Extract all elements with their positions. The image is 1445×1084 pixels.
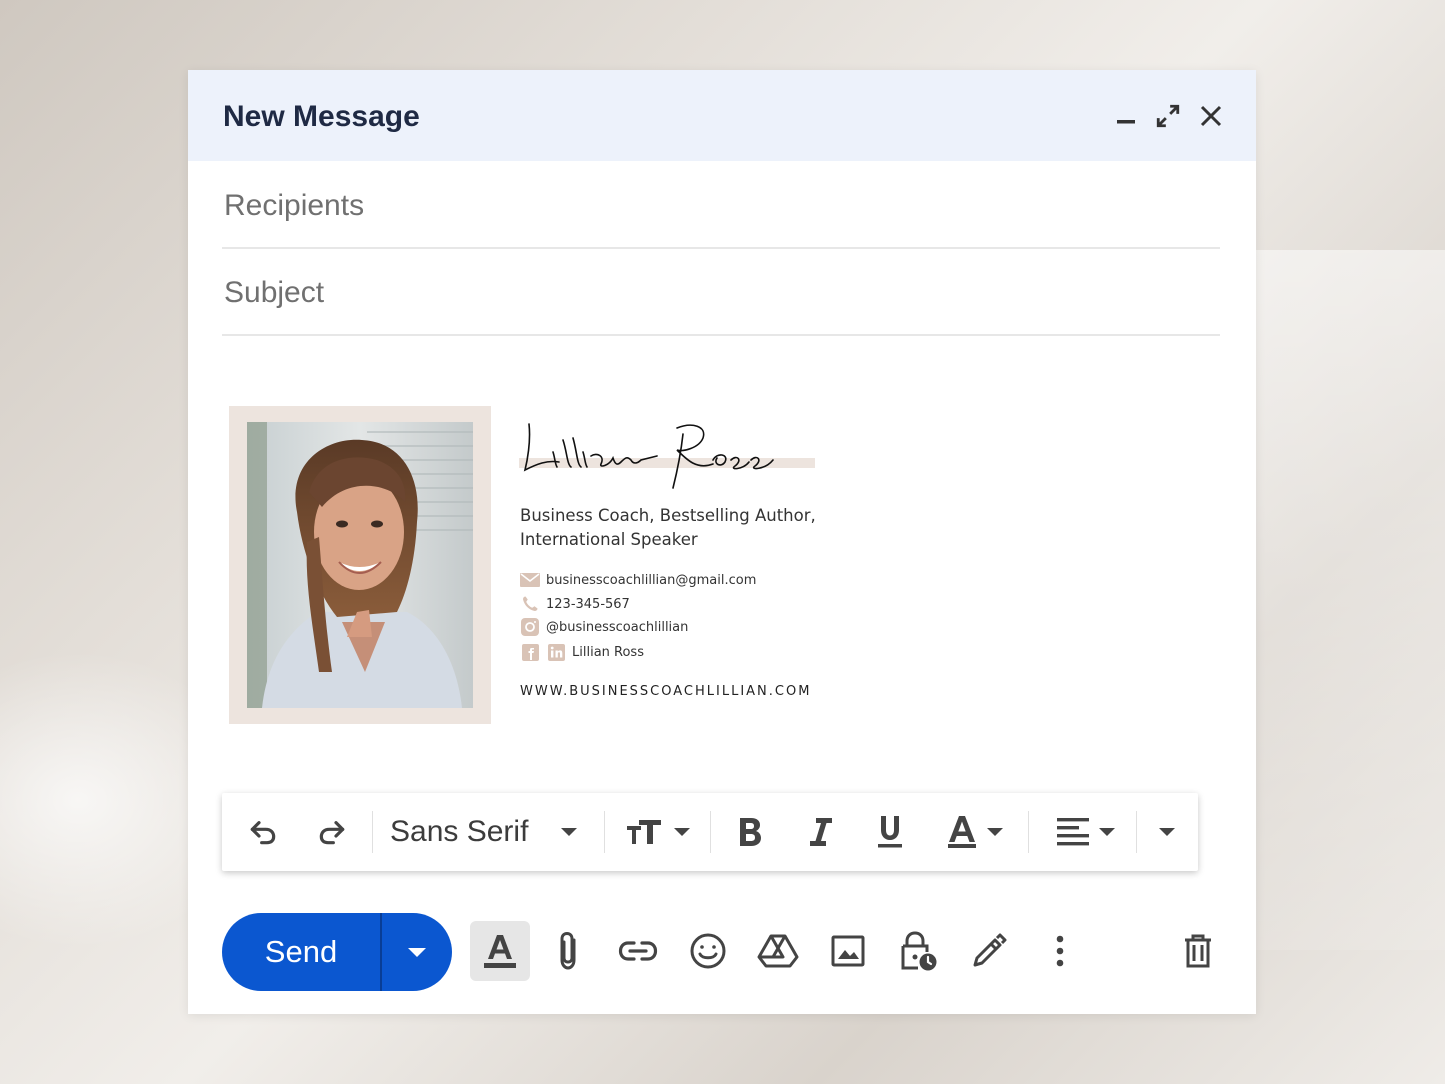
undo-icon [250,821,276,845]
underline-icon [878,816,902,848]
compose-action-bar: Send [188,905,1256,1000]
photo-icon [831,935,865,967]
emoji-button[interactable] [678,921,738,981]
bold-icon [740,818,761,846]
signature-job-title: Business Coach, Bestselling Author, Inte… [520,506,816,549]
confidential-icon [901,931,937,971]
more-formatting-button[interactable] [1150,813,1184,851]
undo-button[interactable] [238,813,288,851]
chevron-down-icon [561,828,578,836]
linkedin-icon[interactable] [546,643,566,661]
compose-window: New Message Recipients Subject Business … [188,70,1256,1014]
redo-button[interactable] [307,813,357,851]
subject-input[interactable] [222,270,1216,316]
subject-field [222,248,1220,336]
text-color-button[interactable] [937,813,1013,851]
formatting-options-button[interactable] [470,921,530,981]
signature-name-script [519,423,815,489]
formatting-toolbar: Sans Serif [222,793,1198,871]
signature-instagram-row: @businesscoachlillian [520,617,688,637]
phone-icon [520,595,540,613]
font-family-select[interactable]: Sans Serif [390,813,590,851]
toolbar-separator [710,811,711,853]
signature-icon [973,933,1007,967]
attach-icon [560,931,576,970]
send-button[interactable]: Send [222,934,380,970]
trash-icon [1185,934,1211,968]
toolbar-separator [1136,811,1137,853]
signature-website-link[interactable]: WWW.BUSINESSCOACHLILLIAN.COM [520,684,811,699]
chevron-down-icon [987,828,1003,836]
profile-photo [247,422,473,708]
signature-instagram-link[interactable]: @businesscoachlillian [546,620,688,635]
minimize-button[interactable] [1110,100,1142,132]
recipients-input[interactable] [222,183,1216,229]
insert-drive-file-button[interactable] [748,921,808,981]
more-options-button[interactable] [1030,921,1090,981]
insert-link-button[interactable] [608,921,668,981]
send-button-group: Send [222,913,452,991]
align-button[interactable] [1048,813,1124,851]
more-options-icon [1056,935,1064,967]
link-icon [618,941,658,961]
drive-icon [757,934,799,968]
italic-icon [810,818,832,846]
underline-button[interactable] [865,813,915,851]
chevron-down-icon [674,828,690,836]
toolbar-separator [372,811,373,853]
signature-social-row: Lillian Ross [520,642,644,662]
italic-button[interactable] [795,813,845,851]
confidential-mode-button[interactable] [888,921,948,981]
formatting-options-icon [484,935,516,968]
toolbar-separator [604,811,605,853]
expand-button[interactable] [1152,100,1184,132]
mail-icon [520,571,540,589]
emoji-icon [690,933,726,969]
redo-icon [319,821,345,845]
close-button[interactable] [1195,100,1227,132]
bold-button[interactable] [725,813,775,851]
close-icon [1200,105,1222,127]
attach-button[interactable] [538,921,598,981]
recipients-field [222,161,1220,249]
chevron-down-icon [408,948,426,957]
signature-email-row: businesscoachlillian@gmail.com [520,570,756,590]
text-size-button[interactable] [620,813,696,851]
photo-frame [229,406,491,724]
chevron-down-icon [1099,828,1115,836]
insert-signature-button[interactable] [958,921,1018,981]
compose-title-bar: New Message [188,70,1256,161]
email-signature: Business Coach, Bestselling Author, Inte… [229,406,849,726]
expand-icon [1156,104,1180,128]
minimize-icon [1117,120,1135,124]
signature-phone-row: 123-345-567 [520,594,630,614]
facebook-icon[interactable] [520,643,540,661]
discard-draft-button[interactable] [1168,921,1228,981]
text-color-icon [948,816,976,848]
schedule-send-button[interactable] [382,913,452,991]
insert-photo-button[interactable] [818,921,878,981]
text-size-icon [627,820,661,844]
instagram-icon [520,618,540,636]
compose-title: New Message [223,100,420,133]
signature-email-link[interactable]: businesscoachlillian@gmail.com [546,573,756,588]
more-formatting-icon [1159,828,1175,836]
toolbar-separator [1028,811,1029,853]
align-icon [1057,818,1089,846]
